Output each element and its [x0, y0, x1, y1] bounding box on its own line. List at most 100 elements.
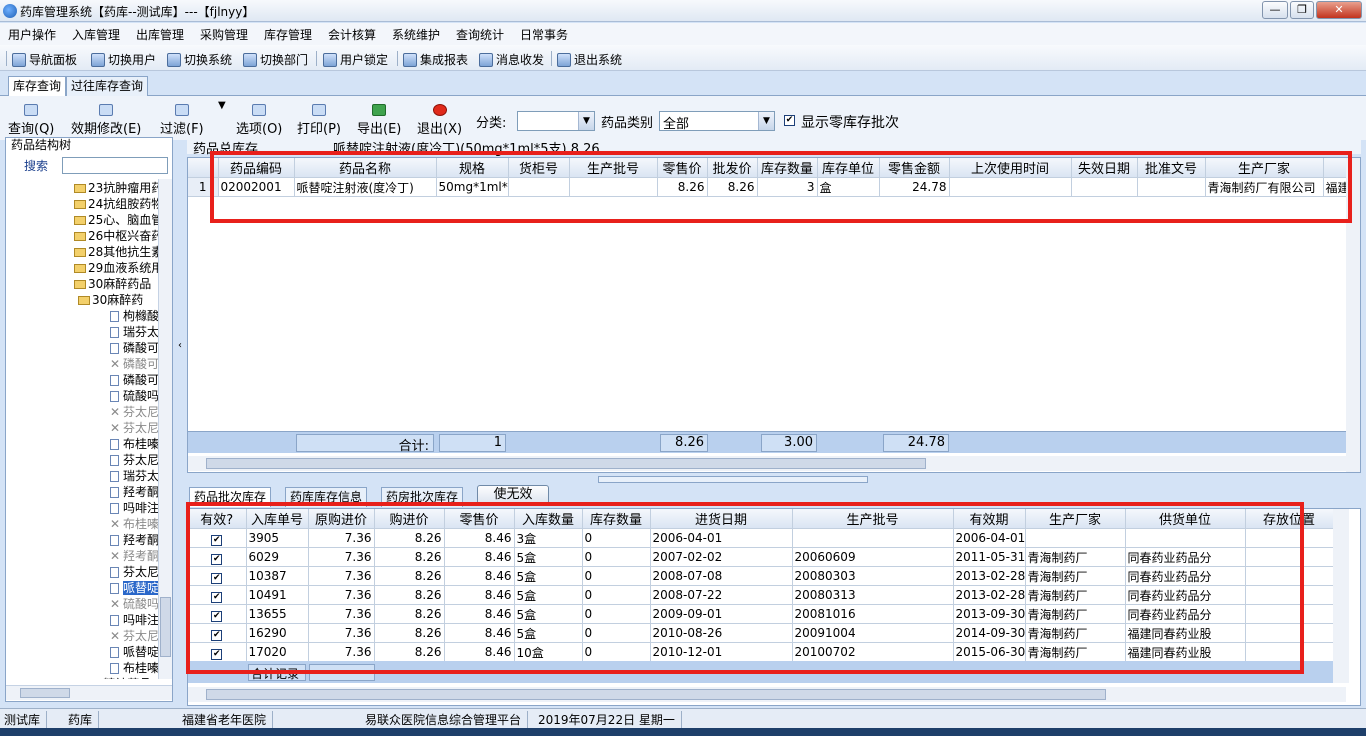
menu-system[interactable]: 系统维护: [392, 26, 440, 43]
tab-stock-query[interactable]: 库存查询: [8, 76, 67, 96]
tree-item[interactable]: 布桂嗪: [110, 435, 158, 452]
menu-stock-in[interactable]: 入库管理: [72, 26, 120, 43]
exit-system-button[interactable]: 退出系统: [557, 51, 622, 68]
tree-item[interactable]: 28其他抗生素: [74, 243, 158, 260]
scroll-thumb[interactable]: [206, 458, 926, 469]
options-icon: [252, 104, 267, 116]
document-icon: [110, 567, 119, 578]
tree-item[interactable]: ✕ 磷酸可: [110, 355, 158, 372]
folder-icon: [74, 232, 86, 241]
grid1-hscrollbar[interactable]: [188, 456, 1346, 471]
minimize-button[interactable]: —: [1262, 1, 1288, 19]
main-tabs: 库存查询 过往库存查询: [0, 72, 1366, 96]
scroll-thumb[interactable]: [160, 597, 171, 657]
document-icon: [110, 487, 119, 498]
show-zero-checkbox[interactable]: ✔: [784, 115, 795, 126]
options-button[interactable]: 选项(O): [236, 104, 282, 137]
menu-stock-out[interactable]: 出库管理: [136, 26, 184, 43]
folder-icon: [74, 280, 86, 289]
message-button[interactable]: 消息收发: [479, 51, 544, 68]
collapse-left-icon[interactable]: ‹: [175, 336, 185, 356]
tree-item[interactable]: 布桂嗪: [110, 659, 158, 676]
tree-item[interactable]: 哌替啶: [110, 643, 158, 660]
highlight-box-batch: [186, 502, 1304, 674]
tree-item[interactable]: ✕ 芬太尼: [110, 403, 158, 420]
document-icon: [110, 615, 119, 626]
tab-past-stock-query[interactable]: 过往库存查询: [66, 76, 149, 96]
tree-item[interactable]: 30麻醉药品: [74, 275, 151, 292]
document-icon: [110, 311, 119, 322]
app-icon: [3, 4, 17, 18]
tree-item[interactable]: 瑞芬太: [110, 467, 158, 484]
tree-item[interactable]: 芬太尼: [110, 563, 158, 580]
query-button[interactable]: 查询(Q): [8, 104, 54, 137]
tree-item[interactable]: 25心、脑血管: [74, 211, 158, 228]
exit-icon: [557, 52, 571, 67]
tree-item[interactable]: ✕ 布桂嗪: [110, 515, 158, 532]
show-zero-label: 显示零库存批次: [801, 115, 899, 131]
drug-type-select[interactable]: 全部 ▼: [659, 111, 775, 132]
tree-item[interactable]: 30麻醉药: [78, 291, 143, 308]
exit-button[interactable]: 退出(X): [417, 104, 462, 137]
drug-tree[interactable]: 23抗肿瘤用药 24抗组胺药物 25心、脑血管 26中枢兴奋药 28其他抗生素 29血液系…: [6, 179, 158, 679]
status-db: 测试库: [4, 711, 48, 728]
tree-vscrollbar[interactable]: [158, 179, 172, 679]
folder-icon: [74, 184, 86, 193]
status-platform: 易联众医院信息综合管理平台: [365, 711, 529, 728]
menu-query-stats[interactable]: 查询统计: [456, 26, 504, 43]
tree-item[interactable]: 瑞芬太: [110, 323, 158, 340]
tree-search-input[interactable]: [62, 157, 168, 174]
switch-user-button[interactable]: 切换用户: [91, 51, 156, 68]
grid2-hscrollbar[interactable]: [188, 687, 1346, 702]
menu-inventory[interactable]: 库存管理: [264, 26, 312, 43]
tree-item[interactable]: 硫酸吗: [110, 387, 158, 404]
total-amount: 24.78: [883, 434, 949, 452]
chevron-down-icon[interactable]: ▼: [218, 100, 226, 111]
menu-purchase[interactable]: 采购管理: [200, 26, 248, 43]
tree-hscrollbar[interactable]: [6, 685, 172, 700]
tree-item[interactable]: 31精神药品: [74, 675, 151, 679]
tree-item[interactable]: 吗啡注: [110, 611, 158, 628]
print-button[interactable]: 打印(P): [297, 104, 341, 137]
menu-accounting[interactable]: 会计核算: [328, 26, 376, 43]
tree-item[interactable]: ✕ 羟考酮: [110, 547, 158, 564]
tree-item[interactable]: 哌替啶: [110, 579, 158, 596]
tree-item[interactable]: 23抗肿瘤用药: [74, 179, 158, 196]
dashboard-button[interactable]: 导航面板: [12, 51, 77, 68]
tree-item[interactable]: 24抗组胺药物: [74, 195, 158, 212]
excel-icon: [372, 104, 387, 116]
switch-system-button[interactable]: 切换系统: [167, 51, 232, 68]
scroll-thumb[interactable]: [20, 688, 70, 698]
close-button[interactable]: ✕: [1316, 1, 1362, 19]
total-label: 合计:: [296, 434, 434, 454]
tree-item[interactable]: 26中枢兴奋药: [74, 227, 158, 244]
report-button[interactable]: 集成报表: [403, 51, 468, 68]
tree-item[interactable]: 枸橼酸: [110, 307, 158, 324]
tree-item[interactable]: 芬太尼: [110, 451, 158, 468]
menu-daily[interactable]: 日常事务: [520, 26, 568, 43]
export-button[interactable]: 导出(E): [357, 104, 401, 137]
filter-button[interactable]: 过滤(F): [160, 104, 204, 137]
splitter-handle[interactable]: [598, 476, 868, 483]
menu-user-ops[interactable]: 用户操作: [8, 26, 56, 43]
switch-department-button[interactable]: 切换部门: [243, 51, 308, 68]
tree-item[interactable]: ✕ 硫酸吗: [110, 595, 158, 612]
tree-item[interactable]: ✕ 芬太尼: [110, 419, 158, 436]
tree-item[interactable]: 吗啡注: [110, 499, 158, 516]
document-icon: [110, 375, 119, 386]
tree-item[interactable]: 磷酸可: [110, 371, 158, 388]
tree-item[interactable]: 磷酸可: [110, 339, 158, 356]
category-select[interactable]: ▼: [517, 111, 595, 131]
lock-user-button[interactable]: 用户锁定: [323, 51, 388, 68]
tree-item[interactable]: 羟考酮: [110, 531, 158, 548]
tree-item[interactable]: 羟考酮: [110, 483, 158, 500]
status-bar: 测试库 药库 福建省老年医院 易联众医院信息综合管理平台 2019年07月22日…: [0, 708, 1366, 728]
tree-item[interactable]: 29血液系统用: [74, 259, 158, 276]
expiry-edit-button[interactable]: 效期修改(E): [71, 104, 141, 137]
restore-button[interactable]: ❐: [1290, 1, 1314, 19]
total-count: 1: [439, 434, 506, 452]
disabled-icon: ✕: [110, 517, 121, 531]
tree-item[interactable]: ✕ 芬太尼: [110, 627, 158, 644]
grid2-vscrollbar[interactable]: [1333, 509, 1349, 683]
scroll-thumb[interactable]: [206, 689, 1106, 700]
